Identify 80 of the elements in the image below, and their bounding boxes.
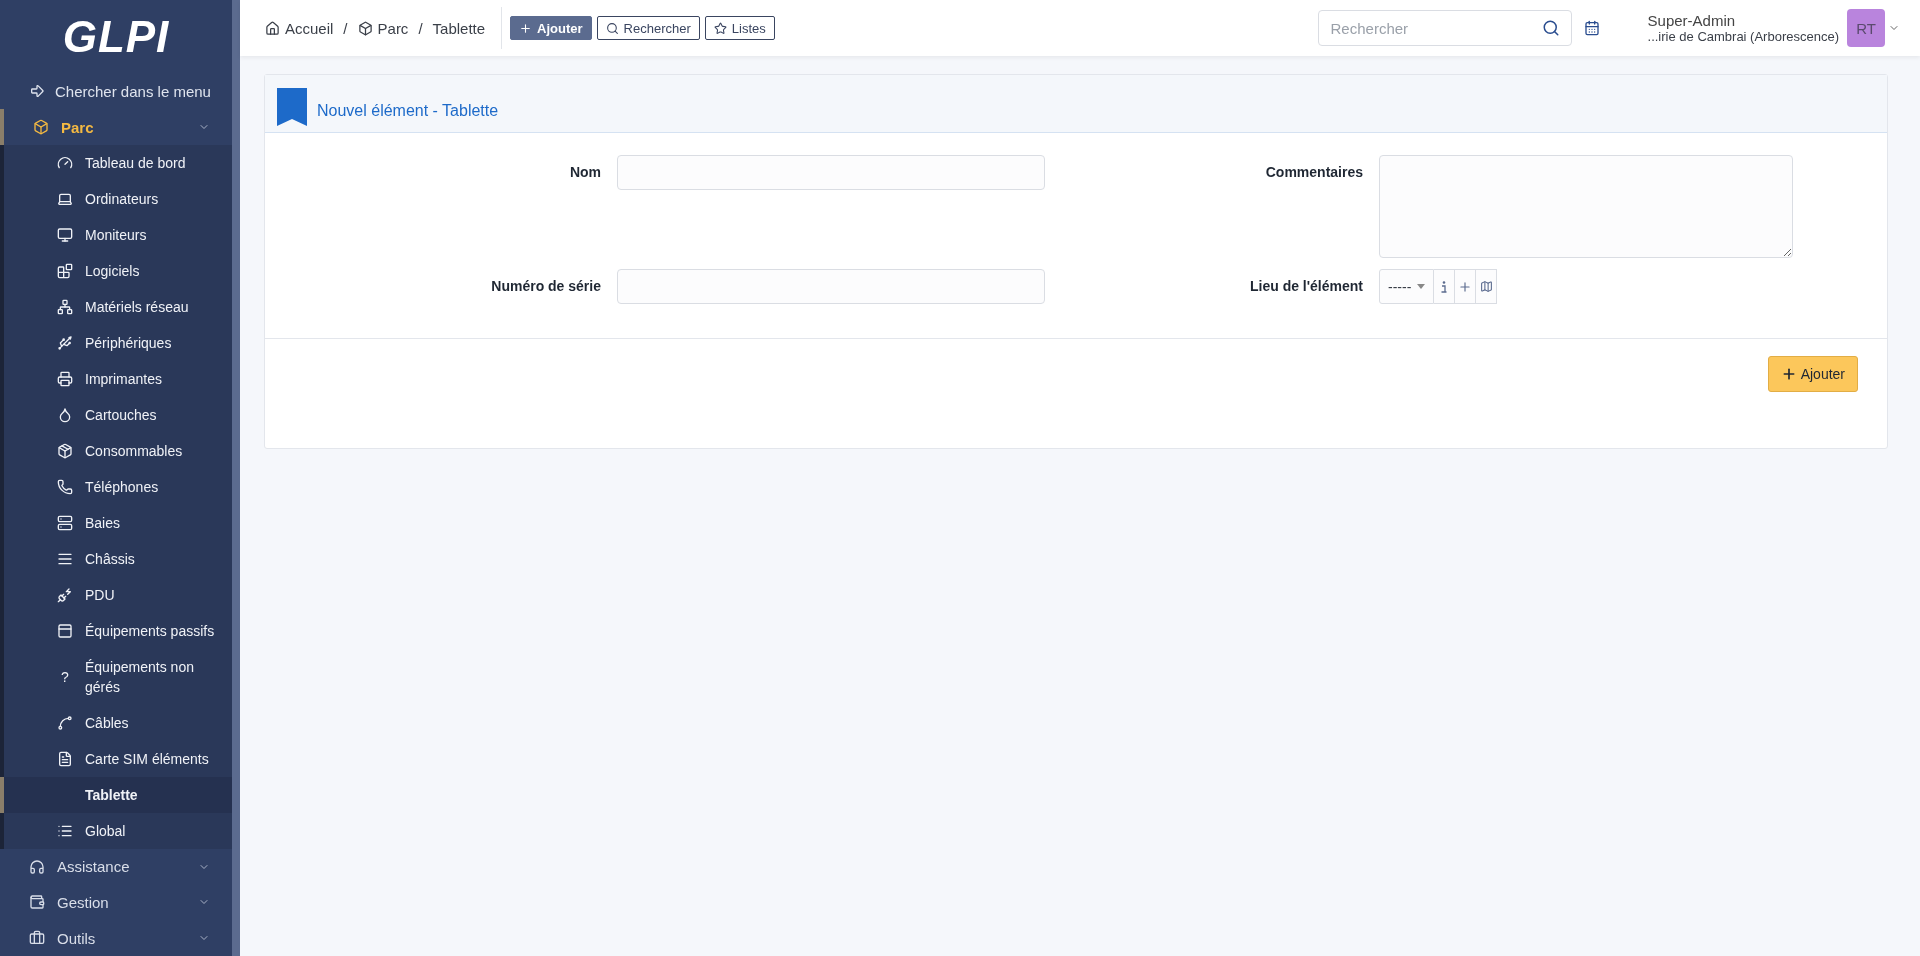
action-button[interactable]: Listes <box>704 16 775 40</box>
menu-item[interactable]: Châssis <box>0 540 232 577</box>
menu-icon <box>57 370 73 387</box>
form-title: Nouvel élément - Tablette <box>317 102 499 120</box>
menu-item[interactable]: Global <box>0 812 232 849</box>
menu-search-link[interactable]: Chercher dans le menu <box>0 73 232 110</box>
add-button[interactable] <box>1455 269 1477 304</box>
menu-item[interactable]: PDU <box>0 576 232 613</box>
caret-icon <box>1417 284 1426 289</box>
bookmark-icon <box>277 88 307 126</box>
breadcrumb-link[interactable]: Accueil <box>265 19 334 37</box>
menu-item[interactable]: Matériels réseau <box>0 288 232 325</box>
info-icon <box>1441 280 1448 293</box>
menu-icon <box>57 514 73 531</box>
menu-item[interactable]: Moniteurs <box>0 216 232 253</box>
home-icon <box>265 20 280 36</box>
menu-icon <box>57 298 73 315</box>
field-label: Lieu de l'élément <box>1248 277 1363 296</box>
menu-section[interactable]: Outils <box>0 920 232 956</box>
logo: GLPI <box>62 11 170 62</box>
menu-icon <box>57 334 73 351</box>
action-button[interactable]: Ajouter <box>510 16 592 40</box>
menu-item[interactable]: Tablette <box>0 776 232 813</box>
menu-item[interactable]: Cartouches <box>0 396 232 433</box>
plus-icon <box>519 21 533 35</box>
menu-icon <box>57 622 73 639</box>
map-icon <box>1479 280 1493 293</box>
menu-icon <box>57 442 73 459</box>
arrow-right-icon <box>29 83 45 100</box>
user-name: Super-Admin <box>1647 12 1737 29</box>
comment-textarea[interactable] <box>1379 155 1793 258</box>
menu-icon <box>57 154 73 171</box>
menu-section[interactable]: Assistance <box>0 848 232 885</box>
search-icon <box>1541 19 1560 37</box>
info-button[interactable] <box>1434 269 1456 304</box>
menu-item[interactable]: Téléphones <box>0 468 232 505</box>
menu-icon <box>57 714 73 731</box>
section-icon <box>29 930 45 947</box>
box-icon <box>357 20 373 36</box>
plus-icon <box>1458 279 1473 294</box>
menu-item[interactable]: Périphériques <box>0 324 232 361</box>
search-field[interactable]: Rechercher <box>1317 10 1572 46</box>
location-dropdown[interactable]: ----- <box>1379 269 1435 304</box>
search-icon <box>605 21 619 35</box>
section-icon <box>29 894 45 911</box>
menu-icon <box>57 478 73 495</box>
menu-item[interactable]: Imprimantes <box>0 360 232 397</box>
section-icon <box>29 858 45 875</box>
breadcrumb-separator: / <box>417 19 424 37</box>
action-button[interactable]: Rechercher <box>596 16 700 40</box>
breadcrumb-link[interactable]: Parc <box>357 19 409 37</box>
menu-icon <box>57 406 73 423</box>
text-input[interactable] <box>617 269 1045 304</box>
menu-item[interactable]: Baies <box>0 504 232 541</box>
menu-icon <box>57 262 73 279</box>
field-label: Commentaires <box>1264 163 1363 182</box>
menu-item[interactable]: Carte SIM éléments <box>0 740 232 777</box>
add-button[interactable]: Ajouter <box>1767 356 1858 392</box>
breadcrumb-separator: / <box>342 19 349 37</box>
menu-item[interactable]: Câbles <box>0 704 232 741</box>
question-mark: ? <box>60 667 70 687</box>
breadcrumb-link[interactable]: Tablette <box>432 19 486 37</box>
menu-section[interactable]: Gestion <box>0 884 232 921</box>
map-button[interactable] <box>1476 269 1498 304</box>
menu-icon <box>57 750 73 767</box>
menu-item[interactable]: Tableau de bord <box>0 144 232 181</box>
menu-icon <box>57 586 73 603</box>
entity-name: ...irie de Cambrai (Arborescence) <box>1647 29 1839 44</box>
star-icon <box>713 21 727 35</box>
field-label: Numéro de série <box>490 277 601 296</box>
field-label: Nom <box>568 163 601 182</box>
calendar-icon[interactable] <box>1583 20 1600 36</box>
menu-item[interactable]: Équipements passifs <box>0 612 232 649</box>
menu-item[interactable]: ? Équipements non gérés <box>0 648 232 705</box>
menu-icon <box>57 226 73 243</box>
text-input[interactable] <box>617 155 1045 190</box>
menu-item[interactable]: Ordinateurs <box>0 180 232 217</box>
menu-item[interactable]: Consommables <box>0 432 232 469</box>
menu-item[interactable]: Logiciels <box>0 252 232 289</box>
section-icon <box>33 119 49 135</box>
